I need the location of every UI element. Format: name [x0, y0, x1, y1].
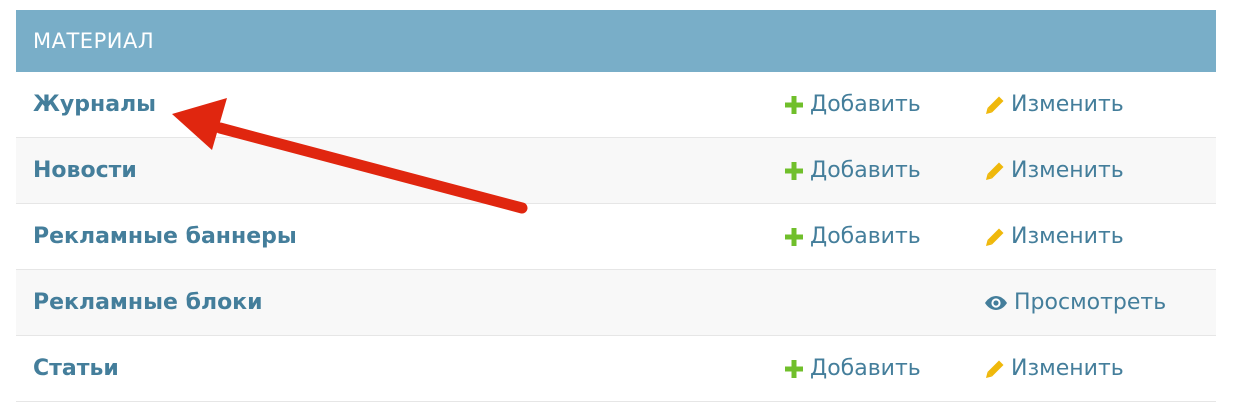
pencil-icon — [986, 228, 1004, 246]
add-label: Добавить — [810, 356, 921, 381]
plus-icon — [785, 227, 803, 246]
plus-icon — [785, 359, 803, 378]
eye-icon — [985, 295, 1007, 310]
model-row-journals: Журналы Добавить Изменить — [16, 72, 1216, 138]
change-label: Изменить — [1011, 158, 1124, 183]
add-link[interactable]: Добавить — [784, 158, 921, 183]
change-link[interactable]: Изменить — [985, 224, 1124, 249]
add-link[interactable]: Добавить — [784, 224, 921, 249]
pencil-icon — [986, 360, 1004, 378]
model-row-articles: Статьи Добавить Изменить — [16, 336, 1216, 402]
add-link[interactable]: Добавить — [784, 356, 921, 381]
plus-icon — [785, 161, 803, 180]
model-row-news: Новости Добавить Изменить — [16, 138, 1216, 204]
add-label: Добавить — [810, 158, 921, 183]
view-label: Просмотреть — [1014, 290, 1167, 315]
model-link-articles[interactable]: Статьи — [33, 356, 119, 381]
change-link[interactable]: Изменить — [985, 158, 1124, 183]
model-link-ad-blocks[interactable]: Рекламные блоки — [33, 290, 263, 315]
add-link[interactable]: Добавить — [784, 92, 921, 117]
pencil-icon — [986, 162, 1004, 180]
change-link[interactable]: Изменить — [985, 356, 1124, 381]
change-link[interactable]: Изменить — [985, 92, 1124, 117]
plus-icon — [785, 95, 803, 114]
module-caption[interactable]: МАТЕРИАЛ — [16, 10, 1216, 72]
model-link-ad-banners[interactable]: Рекламные баннеры — [33, 224, 297, 249]
add-label: Добавить — [810, 92, 921, 117]
app-module-material: МАТЕРИАЛ Журналы Добавить Изменить Новос… — [16, 10, 1216, 402]
change-label: Изменить — [1011, 92, 1124, 117]
model-link-journals[interactable]: Журналы — [33, 92, 156, 117]
module-title[interactable]: МАТЕРИАЛ — [33, 29, 154, 53]
view-link[interactable]: Просмотреть — [984, 290, 1166, 315]
model-row-ad-banners: Рекламные баннеры Добавить Изменить — [16, 204, 1216, 270]
add-label: Добавить — [810, 224, 921, 249]
model-link-news[interactable]: Новости — [33, 158, 137, 183]
change-label: Изменить — [1011, 224, 1124, 249]
pencil-icon — [986, 96, 1004, 114]
model-row-ad-blocks: Рекламные блоки Просмотреть — [16, 270, 1216, 336]
change-label: Изменить — [1011, 356, 1124, 381]
